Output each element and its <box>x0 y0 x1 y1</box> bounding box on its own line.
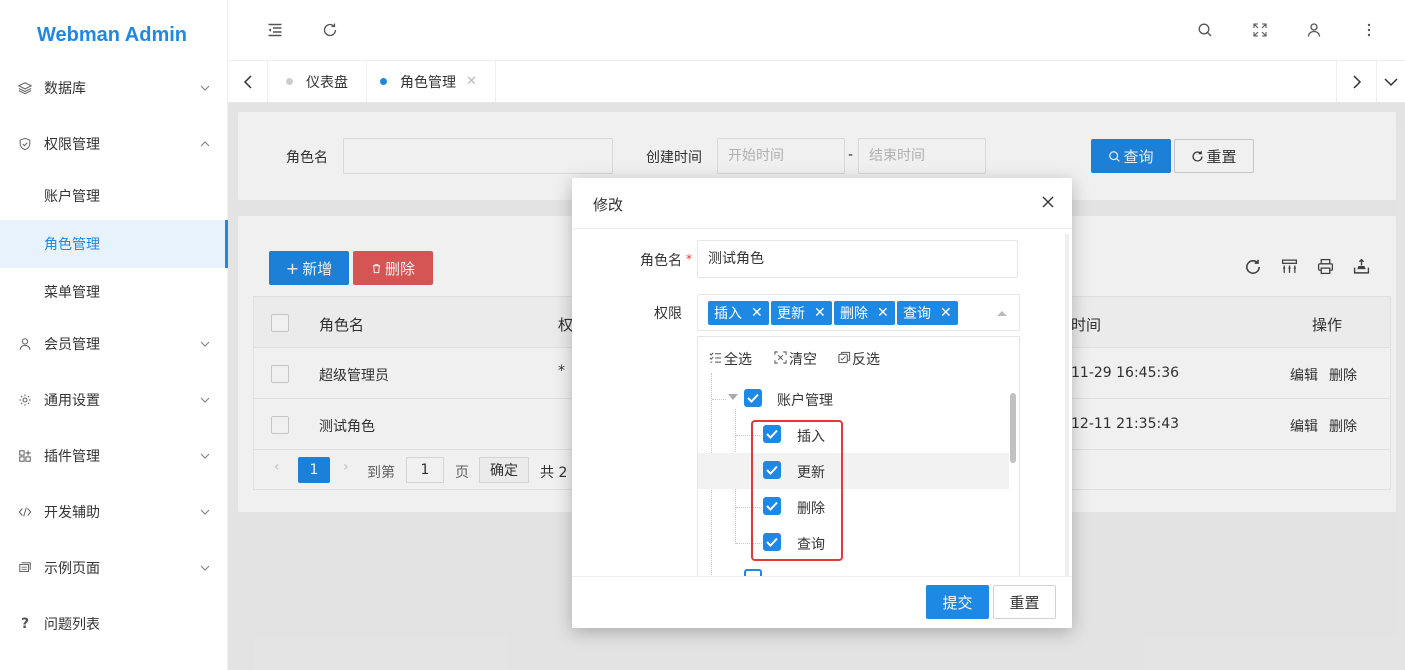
tree-checkbox[interactable] <box>744 569 762 576</box>
question-icon: ? <box>20 616 30 632</box>
sidebar-item-settings[interactable]: 通用设置 <box>0 376 228 424</box>
close-icon[interactable]: ✕ <box>814 305 826 321</box>
chevron-right-icon <box>1352 74 1362 89</box>
close-icon[interactable]: ✕ <box>877 305 889 321</box>
apps-icon <box>18 449 32 463</box>
sidebar-item-examples[interactable]: 示例页面 <box>0 544 228 592</box>
tab-scroll-right[interactable] <box>1336 61 1376 102</box>
permission-tag: 更新 ✕ <box>771 301 832 325</box>
chevron-up-icon <box>200 139 210 149</box>
user-icon <box>18 337 32 351</box>
role-name-field[interactable]: 测试角色 <box>697 240 1018 278</box>
shield-check-icon <box>18 137 32 151</box>
top-bar <box>228 0 1405 61</box>
tab-dropdown[interactable] <box>1376 61 1405 102</box>
highlight-box <box>751 420 843 561</box>
close-icon[interactable] <box>1042 196 1054 208</box>
search-icon[interactable] <box>1197 22 1213 38</box>
dialog-reset-button[interactable]: 重置 <box>993 585 1056 619</box>
permission-select[interactable]: 插入 ✕ 更新 ✕ 删除 ✕ 查询 ✕ <box>697 294 1020 331</box>
chevron-down-icon <box>200 339 210 349</box>
refresh-icon[interactable] <box>322 22 338 38</box>
sidebar-item-database[interactable]: 数据库 <box>0 64 228 112</box>
tab-role-management[interactable]: 角色管理 ✕ <box>362 61 496 102</box>
dialog-title: 修改 <box>593 196 624 214</box>
sidebar-item-menu[interactable]: 菜单管理 <box>0 268 228 316</box>
select-all-icon <box>709 351 722 364</box>
dialog-footer: 提交 重置 <box>572 576 1072 628</box>
brand-logo: Webman Admin <box>37 24 188 46</box>
dialog-scrollbar-track[interactable] <box>1065 234 1069 577</box>
invert-button[interactable]: 反选 <box>852 349 880 369</box>
chevron-down-icon <box>200 83 210 93</box>
invert-icon <box>838 351 851 364</box>
sidebar: Webman Admin 数据库 权限管理 账户管理 角色管理 菜单管理 会员管… <box>0 0 228 670</box>
sidebar-item-role[interactable]: 角色管理 <box>0 220 228 268</box>
dialog-header: 修改 <box>572 178 1072 229</box>
tab-bar: 仪表盘 角色管理 ✕ <box>228 61 1405 103</box>
edit-role-dialog: 修改 角色名 * 测试角色 权限 插入 ✕ 更新 ✕ 删除 ✕ 查询 ✕ 全选 清空 反… <box>572 178 1072 628</box>
tree-row-hover <box>698 453 1009 489</box>
chevron-down-icon <box>200 507 210 517</box>
sidebar-item-dev[interactable]: 开发辅助 <box>0 488 228 536</box>
select-all-button[interactable]: 全选 <box>724 349 752 369</box>
dropdown-scrollbar[interactable] <box>1010 393 1016 463</box>
chevron-down-icon <box>1384 77 1398 87</box>
layers-icon <box>18 81 32 95</box>
submit-button[interactable]: 提交 <box>926 585 989 619</box>
code-icon <box>18 505 32 519</box>
template-icon <box>18 561 32 575</box>
tab-dashboard[interactable]: 仪表盘 <box>268 61 367 102</box>
required-mark: * <box>686 252 692 266</box>
tab-status-dot <box>380 78 387 85</box>
permission-dropdown: 全选 清空 反选 账户管理 插入 更新 删除 查询 <box>697 336 1020 576</box>
gear-icon <box>18 393 32 407</box>
sidebar-item-issues[interactable]: ? 问题列表 <box>0 600 228 648</box>
sidebar-item-account[interactable]: 账户管理 <box>0 172 228 220</box>
permission-tag: 删除 ✕ <box>834 301 895 325</box>
permission-tag: 查询 ✕ <box>897 301 958 325</box>
tree-checkbox[interactable] <box>744 389 762 407</box>
sidebar-item-plugins[interactable]: 插件管理 <box>0 432 228 480</box>
menu-fold-icon[interactable] <box>267 22 283 38</box>
caret-down-icon[interactable] <box>728 394 738 400</box>
chevron-down-icon <box>200 563 210 573</box>
tab-status-dot <box>286 78 293 85</box>
sidebar-item-member[interactable]: 会员管理 <box>0 320 228 368</box>
fullscreen-icon[interactable] <box>1252 22 1268 38</box>
permission-tag: 插入 ✕ <box>708 301 769 325</box>
chevron-down-icon <box>200 395 210 405</box>
chevron-left-icon <box>243 74 253 89</box>
chevron-down-icon <box>200 451 210 461</box>
caret-up-icon <box>996 309 1008 317</box>
close-icon[interactable]: ✕ <box>466 74 477 89</box>
tree-guide <box>712 399 726 400</box>
tab-scroll-left[interactable] <box>228 61 268 102</box>
clear-button[interactable]: 清空 <box>789 349 817 369</box>
clear-icon <box>774 351 787 364</box>
sidebar-item-permission[interactable]: 权限管理 <box>0 120 228 168</box>
close-icon[interactable]: ✕ <box>940 305 952 321</box>
close-icon[interactable]: ✕ <box>751 305 763 321</box>
user-icon[interactable] <box>1306 22 1322 38</box>
more-vertical-icon[interactable] <box>1361 22 1377 38</box>
